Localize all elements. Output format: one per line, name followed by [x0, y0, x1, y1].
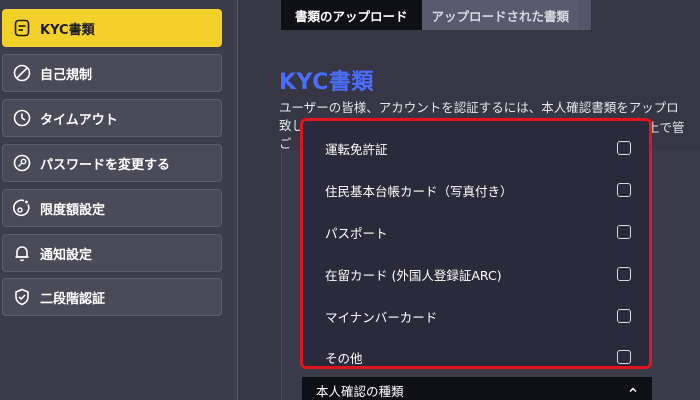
select-label: 本人確認の種類 — [316, 383, 404, 399]
chevron-up-icon — [628, 385, 638, 395]
shield-icon — [12, 287, 32, 307]
description-line-1: ユーザーの皆様、アカウントを認証するには、本人確認書類をアップロ — [279, 100, 679, 115]
limit-icon — [12, 198, 32, 218]
description-line-2-right: 上で管 — [647, 120, 685, 135]
id-type-select[interactable]: 本人確認の種類 — [302, 377, 652, 400]
option-label: パスポート — [325, 225, 388, 241]
key-icon — [12, 153, 32, 173]
sidebar-item-label: パスワードを変更する — [40, 157, 171, 173]
document-type-dropdown: 運転免許証 住民基本台帳カード（写真付き） パスポート 在留カード (外国人登録… — [300, 118, 652, 369]
document-icon — [12, 18, 32, 38]
sidebar-item-self-exclusion[interactable]: 自己規制 — [2, 54, 222, 92]
sidebar-item-label: タイムアウト — [40, 112, 118, 128]
clock-icon — [12, 108, 32, 128]
sidebar-item-kyc-documents[interactable]: KYC書類 — [2, 9, 222, 47]
option-checkbox[interactable] — [617, 225, 631, 239]
option-residence-card[interactable]: 在留カード (外国人登録証ARC) — [325, 262, 631, 286]
tab-uploaded-documents[interactable]: アップロードされた書類 — [421, 0, 580, 30]
page-title: KYC書類 — [279, 70, 374, 95]
option-checkbox[interactable] — [617, 141, 631, 155]
sidebar-item-label: 二段階認証 — [40, 291, 106, 307]
sidebar-item-timeout[interactable]: タイムアウト — [2, 99, 222, 137]
sidebar-item-notification-settings[interactable]: 通知設定 — [2, 234, 222, 272]
sidebar-item-limit-settings[interactable]: 限度額設定 — [2, 189, 222, 227]
option-basic-resident-card[interactable]: 住民基本台帳カード（写真付き） — [325, 178, 631, 202]
option-checkbox[interactable] — [617, 350, 631, 364]
tab-bar: 書類のアップロード アップロードされた書類 — [281, 0, 591, 30]
bell-icon — [12, 243, 32, 263]
option-passport[interactable]: パスポート — [325, 220, 631, 244]
option-checkbox[interactable] — [617, 183, 631, 197]
option-checkbox[interactable] — [617, 309, 631, 323]
ban-icon — [12, 63, 32, 83]
option-checkbox[interactable] — [617, 267, 631, 281]
option-my-number-card[interactable]: マイナンバーカード — [325, 304, 631, 328]
option-label: 住民基本台帳カード（写真付き） — [325, 183, 513, 199]
option-label: 在留カード (外国人登録証ARC) — [325, 267, 502, 283]
sidebar-item-label: KYC書類 — [40, 22, 95, 38]
option-label: 運転免許証 — [325, 141, 388, 157]
sidebar: KYC書類 自己規制 タイムアウト パスワードを変更する 限度額設定 通知設定 — [0, 0, 238, 400]
option-label: マイナンバーカード — [325, 309, 438, 325]
sidebar-item-change-password[interactable]: パスワードを変更する — [2, 144, 222, 182]
sidebar-item-label: 通知設定 — [40, 247, 93, 263]
sidebar-item-two-factor-auth[interactable]: 二段階認証 — [2, 278, 222, 316]
option-other[interactable]: その他 — [325, 345, 631, 369]
tab-upload-documents[interactable]: 書類のアップロード — [281, 0, 422, 30]
sidebar-item-label: 自己規制 — [40, 67, 93, 83]
sidebar-item-label: 限度額設定 — [40, 202, 106, 218]
option-drivers-license[interactable]: 運転免許証 — [325, 136, 631, 160]
option-label: その他 — [325, 350, 363, 366]
